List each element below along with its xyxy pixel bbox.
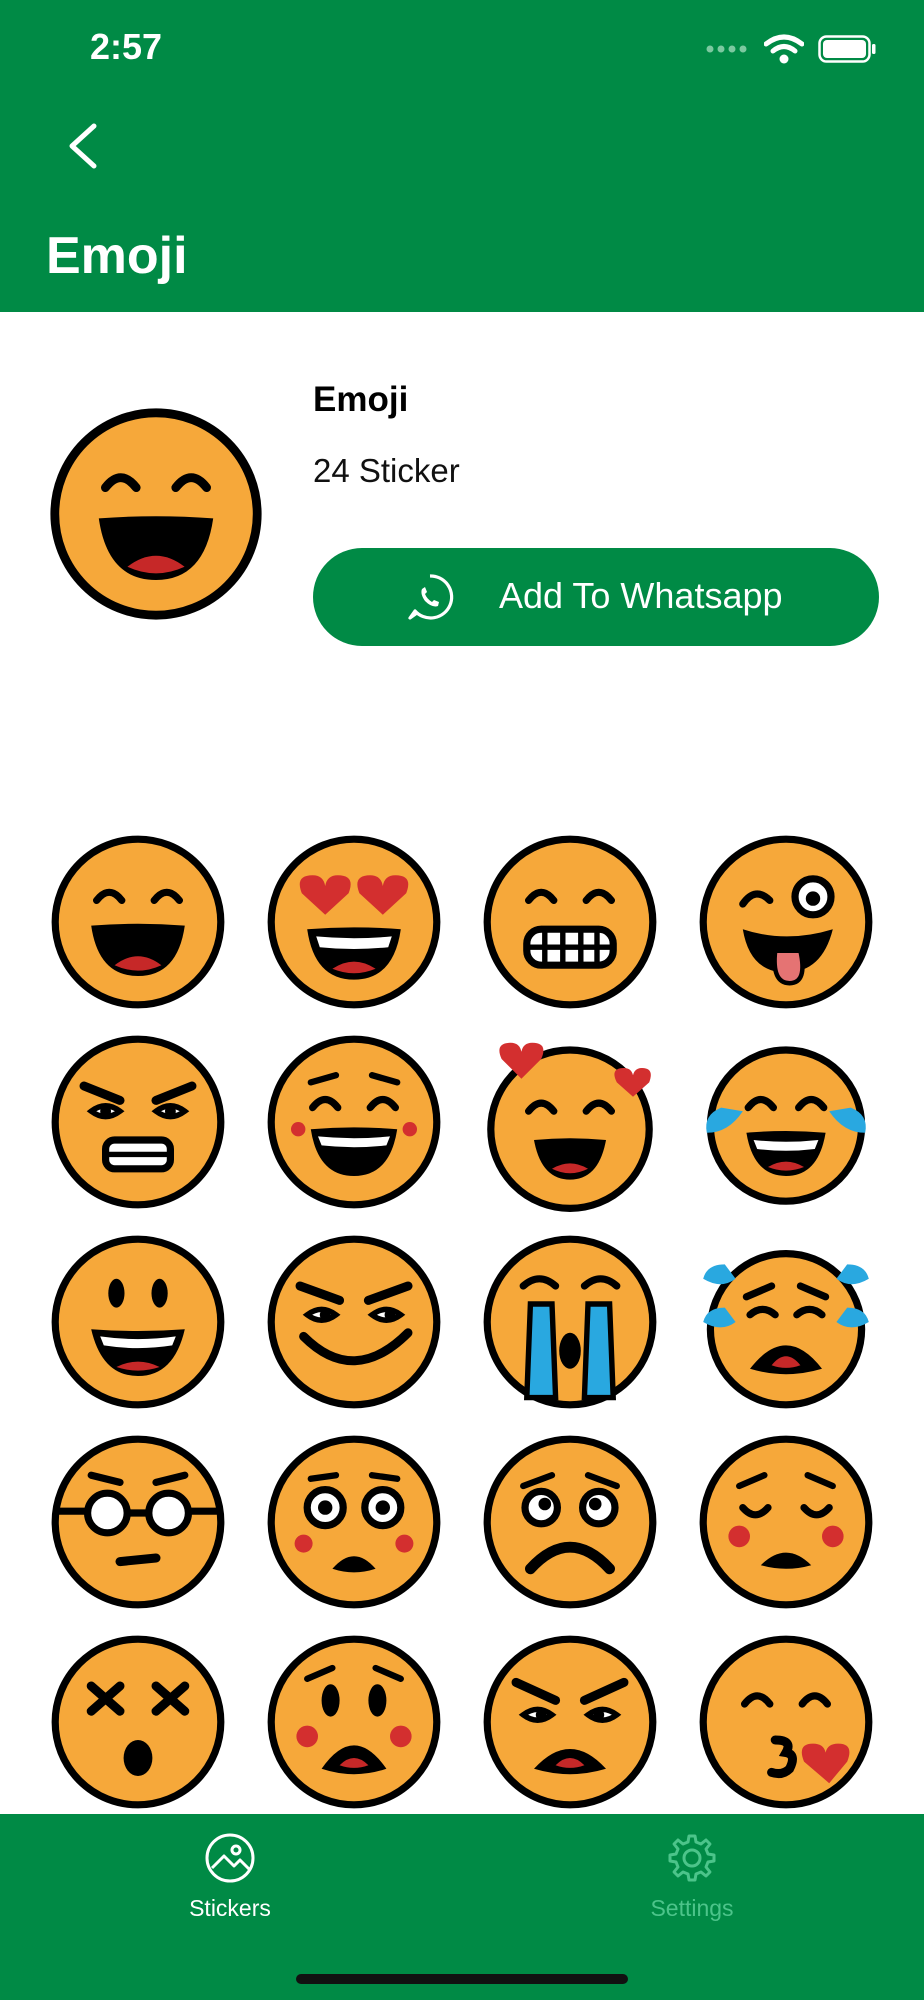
sticker-furious-face[interactable] [480,1632,660,1812]
sticker-grinning-face[interactable] [48,832,228,1012]
sticker-smiling-face[interactable] [48,1232,228,1412]
status-icons [706,34,876,64]
tab-bar: Stickers Settings [0,1814,924,2000]
back-button[interactable] [58,118,108,174]
sticker-tears-of-joy[interactable] [696,1032,876,1212]
tab-settings[interactable]: Settings [592,1832,792,1942]
sticker-anxious-sweat[interactable] [696,1232,876,1412]
sticker-angry-face[interactable] [48,1032,228,1212]
app-header: 2:57 Emoji [0,0,924,312]
sticker-loudly-crying[interactable] [480,1232,660,1412]
battery-icon [818,35,876,63]
signal-icon [706,45,747,53]
add-button-label: Add To Whatsapp [499,575,783,616]
sticker-flushed-face[interactable] [264,1432,444,1612]
sticker-winking-tongue[interactable] [696,832,876,1012]
sticker-nerd-glasses[interactable] [48,1432,228,1612]
gear-icon [668,1834,716,1882]
pack-sticker-count: 24 Sticker [313,452,460,489]
sticker-grid [0,832,924,1814]
tab-settings-label: Settings [650,1895,734,1921]
pack-name: Emoji [313,380,409,419]
status-time: 2:57 [90,26,163,67]
pack-tray-icon [50,408,262,620]
sticker-pensive-blush[interactable] [696,1432,876,1612]
sticker-worried-face[interactable] [480,1432,660,1612]
sticker-anguished-face[interactable] [264,1632,444,1812]
home-indicator [296,1974,628,1984]
sticker-smiling-hearts[interactable] [480,1032,660,1212]
tab-stickers-label: Stickers [189,1895,271,1921]
tab-stickers[interactable]: Stickers [130,1832,330,1942]
sticker-blushing-laugh[interactable] [264,1032,444,1212]
photo-icon [205,1833,255,1883]
whatsapp-icon [408,574,454,620]
sticker-smirking-face[interactable] [264,1232,444,1412]
page-title: Emoji [46,227,188,285]
sticker-heart-eyes[interactable] [264,832,444,1012]
sticker-grimacing-face[interactable] [480,832,660,1012]
sticker-dizzy-face[interactable] [48,1632,228,1812]
add-to-whatsapp-button[interactable]: Add To Whatsapp [313,548,879,646]
sticker-kissing-heart[interactable] [696,1632,876,1812]
wifi-icon [764,34,804,64]
